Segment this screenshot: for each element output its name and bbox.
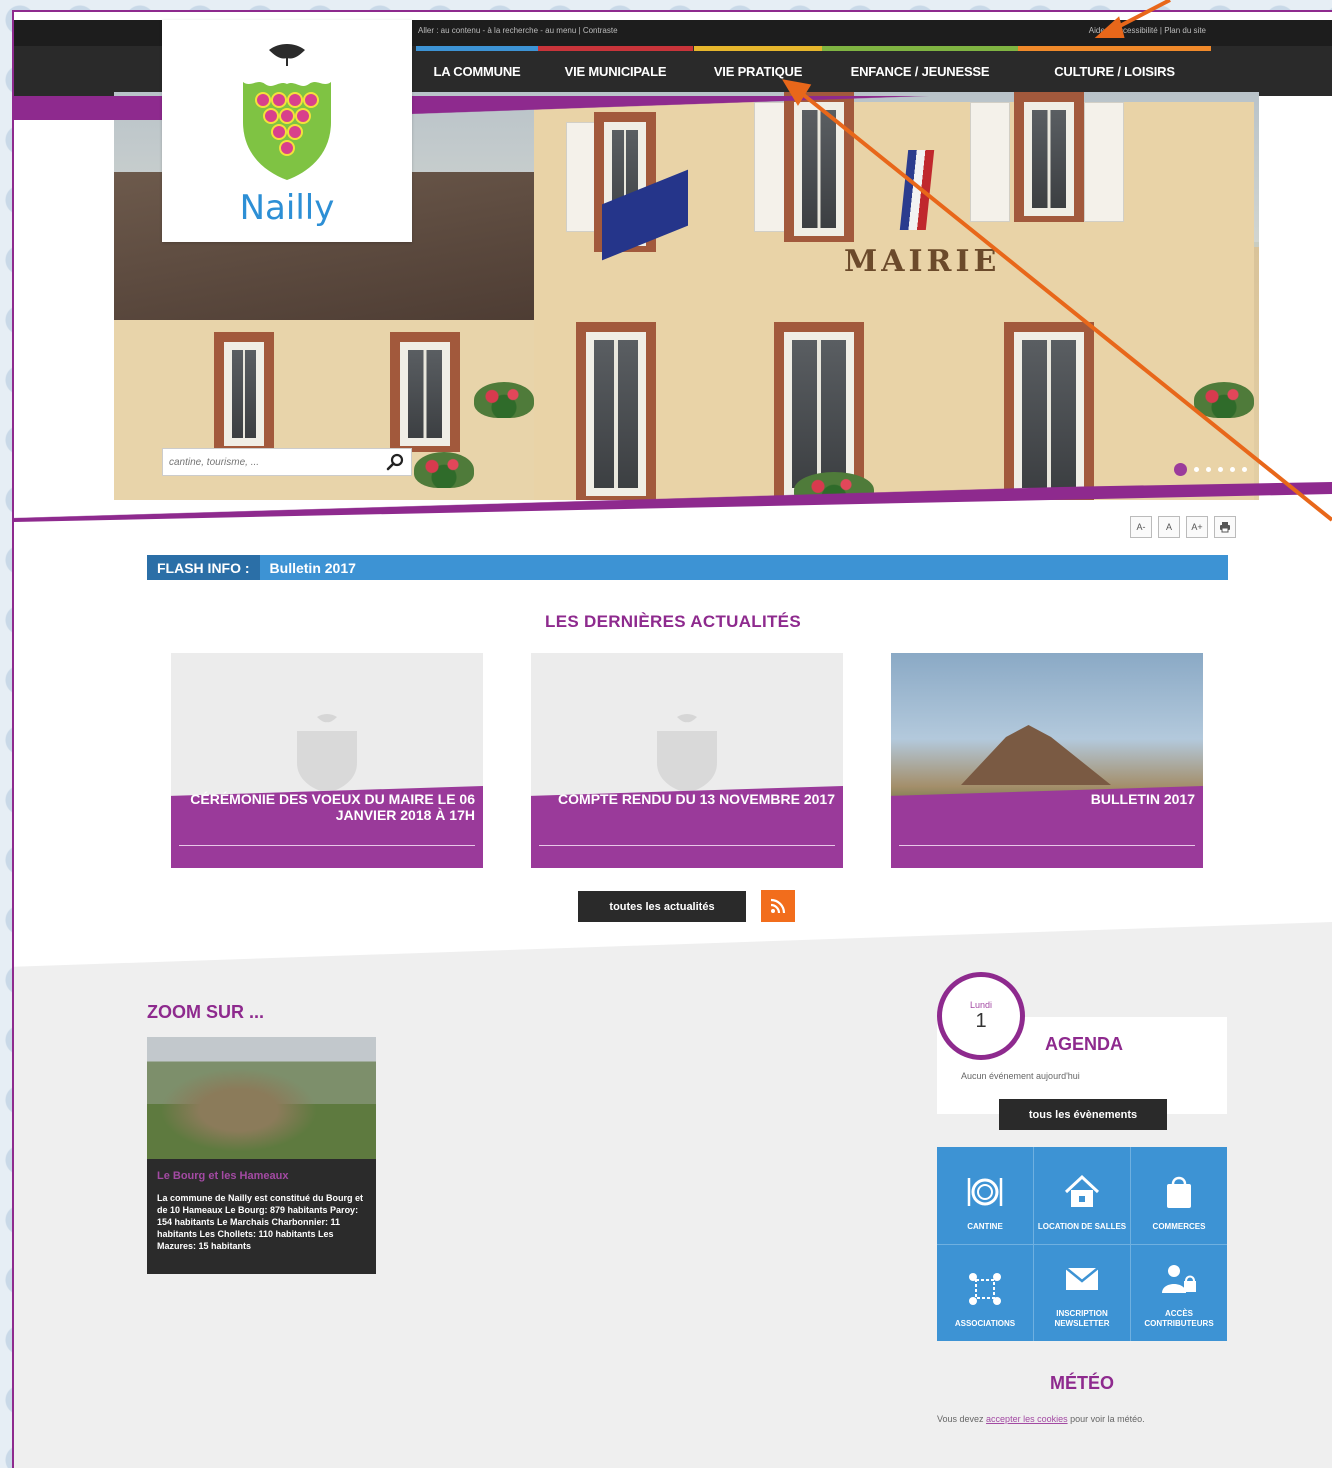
rss-icon (770, 898, 786, 914)
flash-info-bar: FLASH INFO : Bulletin 2017 (147, 555, 1228, 580)
meteo-message: Vous devez accepter les cookies pour voi… (937, 1414, 1145, 1424)
zoom-card[interactable]: Le Bourg et les Hameaux La commune de Na… (147, 1037, 376, 1274)
slider-dot[interactable] (1194, 467, 1199, 472)
agenda-title: AGENDA (1045, 1034, 1124, 1054)
meteo-text-before: Vous devez (937, 1414, 987, 1424)
shopping-bag-icon (1167, 1176, 1191, 1208)
all-news-button[interactable]: toutes les actualités (578, 891, 746, 922)
menu-vie-pratique[interactable]: VIE PRATIQUE (694, 46, 822, 96)
tile-label: ASSOCIATIONS (954, 1319, 1016, 1328)
menu-enfance-jeunesse[interactable]: ENFANCE / JEUNESSE (822, 46, 1018, 96)
zoom-section-title: ZOOM SUR ... (147, 1002, 264, 1022)
zoom-card-text: La commune de Nailly est constitué du Bo… (157, 1193, 364, 1251)
news-card[interactable]: BULLETIN 2017 (891, 653, 1203, 868)
text-size-tools: A- A A+ (1130, 516, 1236, 538)
print-icon (1220, 522, 1230, 533)
site-logo[interactable]: Nailly (162, 20, 412, 242)
news-card[interactable]: CÉRÉMONIE DES VOEUX DU MAIRE LE 06 JANVI… (171, 653, 483, 868)
placeholder-crest-icon (297, 714, 357, 793)
zoom-card-subtitle[interactable]: Le Bourg et les Hameaux (157, 1170, 288, 1182)
site-frame: Aller : au contenu - à la recherche - au… (12, 10, 1332, 1468)
font-smaller-button[interactable]: A- (1130, 516, 1152, 538)
news-card-title[interactable]: COMPTE RENDU DU 13 NOVEMBRE 2017 (545, 791, 835, 807)
agenda-day-name: Lundi (969, 999, 993, 1010)
agenda-date-badge: Lundi 1 (937, 972, 1025, 1060)
slider-dot[interactable] (1174, 463, 1187, 476)
news-card-title[interactable]: BULLETIN 2017 (905, 791, 1195, 807)
menu-culture-loisirs[interactable]: CULTURE / LOISIRS (1018, 46, 1211, 96)
print-button[interactable] (1214, 516, 1236, 538)
agenda-day-number: 1 (975, 1009, 987, 1032)
agenda-empty-message: Aucun événement aujourd'hui (961, 1071, 1080, 1081)
all-events-button[interactable]: tous les évènements (999, 1099, 1167, 1130)
help-sitemap-links[interactable]: Aide & accessibilité | Plan du site (1089, 26, 1206, 35)
village-aerial-photo (147, 1037, 376, 1159)
font-bigger-button[interactable]: A+ (1186, 516, 1208, 538)
accept-cookies-link[interactable]: accepter les cookies (986, 1414, 1068, 1424)
slider-dot[interactable] (1242, 467, 1247, 472)
tile-label: INSCRIPTION NEWSLETTER (1054, 1309, 1110, 1328)
tile-newsletter[interactable]: INSCRIPTION NEWSLETTER (1034, 1244, 1130, 1341)
search-input[interactable] (169, 456, 385, 468)
tile-commerces[interactable]: COMMERCES (1131, 1147, 1227, 1244)
font-normal-button[interactable]: A (1158, 516, 1180, 538)
slider-dot[interactable] (1218, 467, 1223, 472)
rss-button[interactable] (761, 890, 795, 922)
coat-of-arms-icon (243, 44, 331, 180)
tile-label: COMMERCES (1152, 1221, 1206, 1231)
skip-links[interactable]: Aller : au contenu - à la recherche - au… (418, 26, 618, 35)
envelope-icon (1065, 1267, 1099, 1290)
meteo-text-after: pour voir la météo. (1067, 1414, 1145, 1424)
tile-label: ACCÈS CONTRIBUTEURS (1144, 1309, 1214, 1328)
house-icon (1064, 1174, 1100, 1207)
tile-label: LOCATION DE SALLES (1037, 1221, 1127, 1231)
quick-access-grid: CANTINE LOCATION DE SALLES COMMERCES ASS… (937, 1147, 1227, 1341)
tile-acces-contributeurs[interactable]: ACCÈS CONTRIBUTEURS (1131, 1244, 1227, 1341)
slider-pagination (1174, 463, 1247, 476)
logo-text: Nailly (239, 188, 335, 228)
news-card[interactable]: COMPTE RENDU DU 13 NOVEMBRE 2017 (531, 653, 843, 868)
tile-label: CANTINE (967, 1221, 1003, 1231)
mairie-sign: MAIRIE (844, 244, 1001, 279)
news-section-title: LES DERNIÈRES ACTUALITÉS (545, 612, 801, 631)
search-bar (162, 448, 412, 476)
user-lock-icon (1162, 1265, 1196, 1293)
plate-icon (967, 1177, 1003, 1206)
placeholder-crest-icon (657, 714, 717, 793)
search-icon[interactable] (385, 452, 405, 472)
tile-cantine[interactable]: CANTINE (937, 1147, 1033, 1244)
news-card-title[interactable]: CÉRÉMONIE DES VOEUX DU MAIRE LE 06 JANVI… (185, 791, 475, 823)
menu-vie-municipale[interactable]: VIE MUNICIPALE (538, 46, 693, 96)
tile-associations[interactable]: ASSOCIATIONS (937, 1244, 1033, 1341)
flash-info-link[interactable]: Bulletin 2017 (260, 560, 356, 576)
tile-location-salles[interactable]: LOCATION DE SALLES (1034, 1147, 1130, 1244)
meteo-title: MÉTÉO (1050, 1373, 1115, 1393)
slider-dot[interactable] (1230, 467, 1235, 472)
people-network-icon (969, 1273, 1001, 1305)
flash-info-label: FLASH INFO : (147, 555, 260, 580)
slider-dot[interactable] (1206, 467, 1211, 472)
menu-la-commune[interactable]: LA COMMUNE (416, 46, 538, 96)
